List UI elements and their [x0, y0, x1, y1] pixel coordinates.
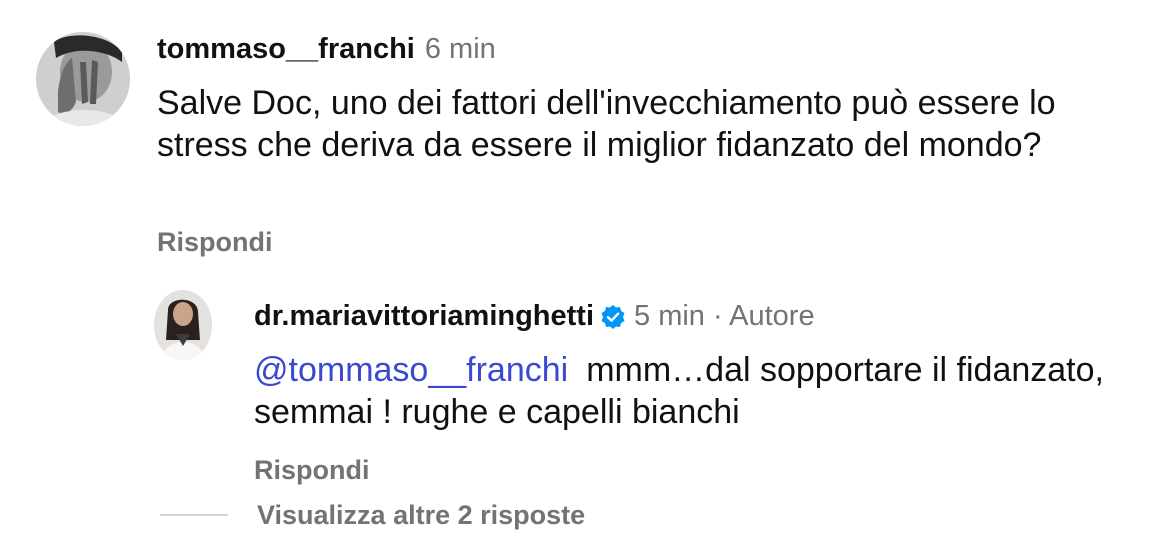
avatar[interactable]: [36, 32, 130, 126]
comment-text: Salve Doc, uno dei fattori dell'invecchi…: [157, 84, 1056, 164]
reply-button[interactable]: Rispondi: [157, 227, 273, 258]
view-more-replies-button[interactable]: Visualizza altre 2 risposte: [160, 497, 585, 533]
reply-button[interactable]: Rispondi: [254, 455, 370, 486]
view-more-label: Visualizza altre 2 risposte: [257, 499, 586, 530]
comment-username[interactable]: tommaso__franchi: [157, 33, 415, 65]
comment-header: tommaso__franchi 6 min: [157, 33, 496, 66]
reply-text-block: @tommaso__franchi mmm…dal sopportare il f…: [254, 349, 1144, 433]
separator-dot: ·: [713, 300, 723, 332]
mention-link[interactable]: @tommaso__franchi: [254, 351, 568, 389]
divider-line: [160, 514, 228, 516]
reply-header: dr.mariavittoriaminghetti 5 min · Autore: [254, 300, 815, 338]
verified-badge-icon: [600, 304, 626, 338]
avatar[interactable]: [154, 290, 212, 360]
reply-time: 5 min: [634, 300, 705, 332]
comment-time: 6 min: [424, 33, 496, 65]
reply-username[interactable]: dr.mariavittoriaminghetti: [254, 300, 594, 332]
author-badge: Autore: [729, 300, 815, 332]
